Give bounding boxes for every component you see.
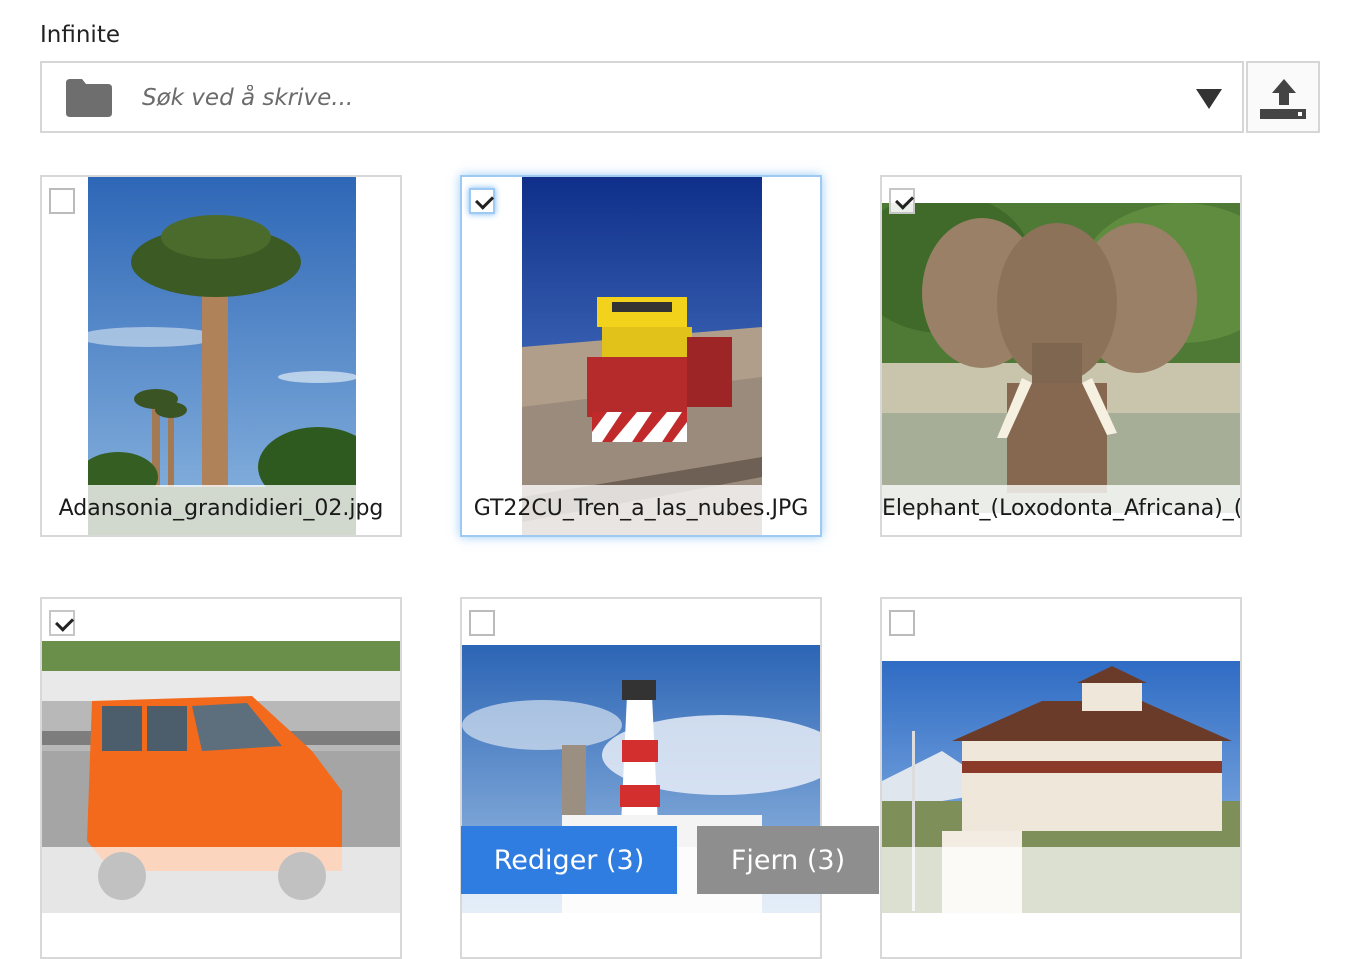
upload-button[interactable] <box>1246 61 1320 133</box>
thumbnail-fade <box>42 847 400 957</box>
image-caption: Adansonia_grandidieri_02.jpg <box>42 485 400 535</box>
image-tile[interactable] <box>460 597 822 959</box>
edit-selected-button[interactable]: Rediger (3) <box>461 826 677 894</box>
select-checkbox[interactable] <box>469 610 495 636</box>
search-input[interactable] <box>142 73 1162 123</box>
image-tile[interactable] <box>880 597 1242 959</box>
select-checkbox[interactable] <box>49 610 75 636</box>
upload-icon <box>1260 79 1306 119</box>
select-checkbox[interactable] <box>889 188 915 214</box>
triangle-down-icon[interactable] <box>1196 89 1222 109</box>
thumbnail-image <box>88 177 356 535</box>
folder-icon[interactable] <box>66 79 112 117</box>
image-selector[interactable] <box>40 61 1244 133</box>
image-tile[interactable] <box>40 597 402 959</box>
thumbnail-fade <box>882 847 1240 957</box>
image-tile[interactable]: Elephant_(Loxodonta_Africana)_( <box>880 175 1242 537</box>
image-caption: Elephant_(Loxodonta_Africana)_( <box>882 485 1240 535</box>
select-checkbox[interactable] <box>889 610 915 636</box>
select-checkbox[interactable] <box>49 188 75 214</box>
remove-selected-button[interactable]: Fjern (3) <box>697 826 879 894</box>
thumbnail-image <box>522 177 762 535</box>
image-tile[interactable]: GT22CU_Tren_a_las_nubes.JPG <box>460 175 822 537</box>
field-label: Infinite <box>40 22 120 48</box>
select-checkbox[interactable] <box>469 188 495 214</box>
image-caption: GT22CU_Tren_a_las_nubes.JPG <box>462 485 820 535</box>
thumbnail-image <box>882 203 1240 513</box>
image-tile[interactable]: Adansonia_grandidieri_02.jpg <box>40 175 402 537</box>
